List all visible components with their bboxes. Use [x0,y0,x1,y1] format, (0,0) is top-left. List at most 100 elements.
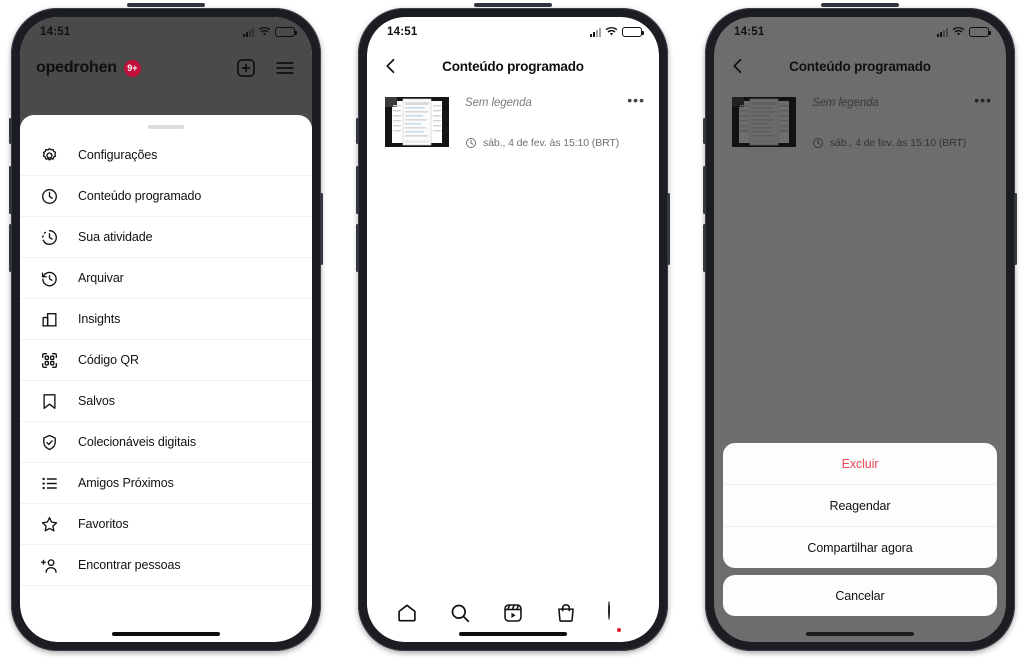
volume-down-button[interactable] [9,224,12,272]
home-indicator[interactable] [111,632,221,636]
phone-1-frame: 14:51 opedrohen 9+ Configurações Conteúd… [9,3,323,651]
phone-2-frame: 14:51 Conteúdo programado Sem legenda ••… [356,3,670,651]
home-indicator[interactable] [805,632,915,636]
add-person-icon [38,554,60,576]
scheduled-post-row[interactable]: Sem legenda ••• sáb., 4 de fev. às 15:10… [714,85,1006,151]
clock-icon [465,137,477,149]
page-title: Conteúdo programado [442,58,584,74]
scheduled-post-thumbnail[interactable] [728,93,800,151]
volume-up-button[interactable] [703,166,706,214]
earpiece-speaker [821,3,899,7]
settings-menu-list: Configurações Conteúdo programado Sua at… [20,135,312,586]
post-schedule-row: sáb., 4 de fev. às 15:10 (BRT) [465,137,645,149]
close-friends-list-icon [38,472,60,494]
volume-down-button[interactable] [703,224,706,272]
sidebar-item-colecionaveis-digitais[interactable]: Colecionáveis digitais [20,422,312,463]
delete-button[interactable]: Excluir [723,443,997,485]
sidebar-item-label: Arquivar [78,271,124,285]
status-time: 14:51 [734,26,765,38]
phone-3-screen: 14:51 Conteúdo programado Sem legenda ••… [714,17,1006,642]
scheduled-post-row[interactable]: Sem legenda ••• sáb., 4 de fev. às 15:10… [367,85,659,151]
cancel-button[interactable]: Cancelar [723,575,997,616]
reschedule-button[interactable]: Reagendar [723,485,997,527]
sidebar-item-favoritos[interactable]: Favoritos [20,504,312,545]
scheduled-post-details: Sem legenda ••• sáb., 4 de fev. às 15:10… [465,93,645,151]
qr-code-icon [38,349,60,371]
status-indicators [937,27,991,37]
hamburger-menu-icon[interactable] [274,57,296,79]
search-icon[interactable] [449,602,471,624]
sidebar-item-arquivar[interactable]: Arquivar [20,258,312,299]
more-options-icon[interactable]: ••• [974,93,992,107]
page-title: Conteúdo programado [789,58,931,74]
earpiece-speaker [127,3,205,7]
battery-icon [969,27,991,37]
earpiece-speaker [474,3,552,7]
sidebar-item-insights[interactable]: Insights [20,299,312,340]
settings-menu-sheet: Configurações Conteúdo programado Sua at… [20,115,312,642]
profile-notification-dot [616,628,621,632]
phone-1-status-bar: 14:51 [20,17,312,47]
mute-switch[interactable] [9,118,12,144]
screenshot-stage: 14:51 opedrohen 9+ Configurações Conteúd… [0,0,1024,666]
sidebar-item-label: Configurações [78,148,158,162]
sidebar-item-amigos-proximos[interactable]: Amigos Próximos [20,463,312,504]
sidebar-item-encontrar-pessoas[interactable]: Encontrar pessoas [20,545,312,586]
profile-avatar-icon[interactable] [607,601,630,632]
power-button[interactable] [1014,193,1017,265]
phone-1-body: 14:51 opedrohen 9+ Configurações Conteúd… [20,17,312,642]
volume-up-button[interactable] [9,166,12,214]
more-options-icon[interactable]: ••• [627,93,645,107]
sidebar-item-label: Sua atividade [78,230,153,244]
phone-2-nav-bar: Conteúdo programado [367,47,659,85]
status-indicators [590,27,644,37]
sidebar-item-sua-atividade[interactable]: Sua atividade [20,217,312,258]
reels-icon[interactable] [502,602,524,624]
battery-icon [275,27,297,37]
profile-username[interactable]: opedrohen [36,59,117,77]
shop-bag-icon[interactable] [555,602,577,624]
bar-chart-icon [38,308,60,330]
post-action-sheet: Excluir Reagendar Compartilhar agora Can… [723,443,997,616]
phone-3-body: 14:51 Conteúdo programado Sem legenda ••… [714,17,1006,642]
phone-1-app-header: opedrohen 9+ [20,47,312,89]
mute-switch[interactable] [703,118,706,144]
sidebar-item-salvos[interactable]: Salvos [20,381,312,422]
sidebar-item-label: Colecionáveis digitais [78,435,197,449]
power-button[interactable] [320,193,323,265]
power-button[interactable] [667,193,670,265]
home-indicator[interactable] [458,632,568,636]
wifi-icon [605,27,618,37]
volume-down-button[interactable] [356,224,359,272]
sidebar-item-conteudo-programado[interactable]: Conteúdo programado [20,176,312,217]
avatar[interactable] [607,601,610,620]
plus-square-icon[interactable] [235,57,257,79]
home-icon[interactable] [396,602,418,624]
gear-icon [38,144,60,166]
sidebar-item-configuracoes[interactable]: Configurações [20,135,312,176]
sidebar-item-label: Insights [78,312,121,326]
phone-2-body: 14:51 Conteúdo programado Sem legenda ••… [367,17,659,642]
status-time: 14:51 [40,26,71,38]
share-now-button[interactable]: Compartilhar agora [723,527,997,568]
phone-3-frame: 14:51 Conteúdo programado Sem legenda ••… [703,3,1017,651]
mute-switch[interactable] [356,118,359,144]
post-schedule-row: sáb., 4 de fev. às 15:10 (BRT) [812,137,992,149]
scheduled-post-thumbnail[interactable] [381,93,453,151]
sidebar-item-label: Amigos Próximos [78,476,174,490]
sidebar-item-label: Encontrar pessoas [78,558,181,572]
star-icon [38,513,60,535]
post-caption: Sem legenda [812,97,879,109]
volume-up-button[interactable] [356,166,359,214]
phone-2-status-bar: 14:51 [367,17,659,47]
phone-2-screen: 14:51 Conteúdo programado Sem legenda ••… [367,17,659,642]
sidebar-item-codigo-qr[interactable]: Código QR [20,340,312,381]
sidebar-item-label: Conteúdo programado [78,189,202,203]
battery-icon [622,27,644,37]
cellular-signal-icon [590,27,601,37]
wifi-icon [952,27,965,37]
post-caption: Sem legenda [465,97,532,109]
sheet-grab-handle[interactable] [148,125,184,129]
phone-3-status-bar: 14:51 [714,17,1006,47]
phone-1-screen: 14:51 opedrohen 9+ Configurações Conteúd… [20,17,312,642]
